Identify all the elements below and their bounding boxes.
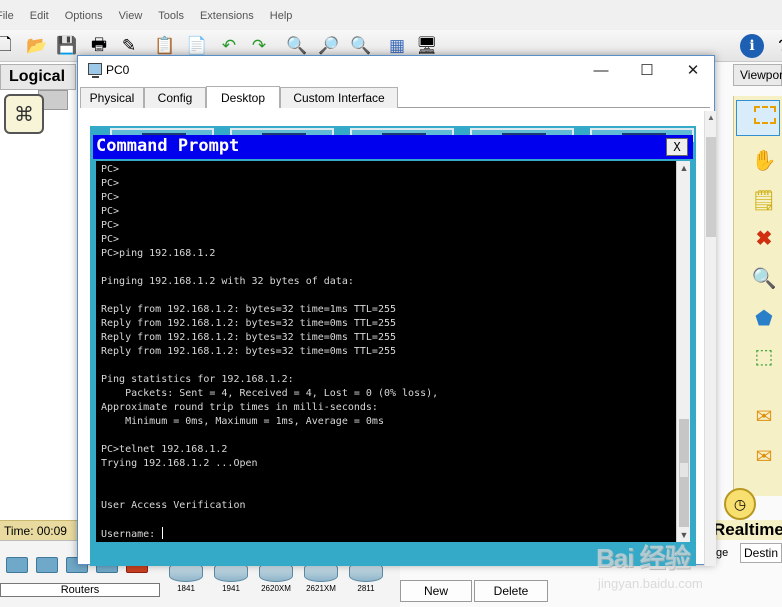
scroll-thumb[interactable]	[706, 137, 716, 237]
watermark: Bai 经验 jingyan.baidu.com	[576, 532, 782, 607]
draw-shape-icon[interactable]: ⬟	[750, 304, 778, 332]
print-icon[interactable]: 🖶	[88, 35, 110, 57]
text-cursor	[162, 527, 164, 539]
watermark-url: jingyan.baidu.com	[598, 576, 703, 591]
time-display: Time: 00:09	[0, 520, 78, 540]
tab-config[interactable]: Config	[144, 87, 206, 108]
zoom-reset-icon[interactable]: 🔎	[318, 35, 340, 57]
dialog-scrollbar[interactable]: ▲	[704, 111, 716, 566]
command-prompt-titlebar[interactable]: Command Prompt	[93, 135, 693, 159]
complex-pdu-icon[interactable]: ✉	[750, 442, 778, 470]
dialog-title: PC0	[106, 63, 130, 77]
menu-tools[interactable]: Tools	[158, 10, 184, 22]
terminal-scrollbar[interactable]: ▲ ▼	[676, 161, 690, 542]
logical-topology-icon[interactable]: ⌘	[4, 94, 44, 134]
logical-tab[interactable]: Logical	[0, 64, 76, 90]
info-icon[interactable]: i	[740, 34, 764, 58]
redo-icon[interactable]: ↷	[248, 35, 270, 57]
realtime-clock-icon[interactable]: ◷	[724, 488, 756, 520]
terminal-history: PC> PC> PC> PC> PC> PC> PC>ping 192.168.…	[101, 164, 439, 511]
pc-icon	[88, 63, 102, 78]
help-icon[interactable]: ?	[772, 35, 782, 57]
device-category-label: Routers	[0, 583, 160, 597]
paste-icon[interactable]: 📄	[186, 35, 208, 57]
custom-devices-icon[interactable]: 🖥	[416, 35, 438, 57]
device-model-panel: 1841 1941 2620XM 2621XM 2811	[160, 560, 400, 607]
pc0-dialog: PC0 — ☐ ✕ Physical Config Desktop Custom…	[77, 55, 716, 566]
command-prompt-title: Command Prompt	[96, 136, 240, 156]
zoom-in-icon[interactable]: 🔍	[286, 35, 308, 57]
terminal-output[interactable]: PC> PC> PC> PC> PC> PC> PC>ping 192.168.…	[96, 161, 676, 542]
new-pdu-button[interactable]: New	[400, 580, 472, 602]
save-icon[interactable]: 💾	[56, 35, 78, 57]
simple-pdu-icon[interactable]: ✉	[750, 402, 778, 430]
viewport-tab[interactable]: Viewpor	[733, 64, 782, 86]
dialog-tabs: Physical Config Desktop Custom Interface	[80, 86, 710, 108]
menu-view[interactable]: View	[119, 10, 143, 22]
scroll-grip-icon	[680, 463, 688, 477]
resize-icon[interactable]: ⬚	[750, 342, 778, 370]
note-icon[interactable]: 🗒	[750, 186, 778, 214]
zoom-out-icon[interactable]: 🔍	[350, 35, 372, 57]
terminal-prompt: Username:	[101, 529, 162, 540]
menu-help[interactable]: Help	[270, 10, 293, 22]
menu-file[interactable]: File	[0, 10, 14, 22]
tab-custom-interface[interactable]: Custom Interface	[280, 87, 398, 108]
menu-bar: File Edit Options View Tools Extensions …	[0, 6, 782, 26]
select-icon	[754, 106, 776, 124]
menu-extensions[interactable]: Extensions	[200, 10, 254, 22]
menu-options[interactable]: Options	[65, 10, 103, 22]
tab-desktop[interactable]: Desktop	[206, 86, 280, 108]
menu-edit[interactable]: Edit	[30, 10, 49, 22]
delete-pdu-button[interactable]: Delete	[474, 580, 548, 602]
undo-icon[interactable]: ↶	[218, 35, 240, 57]
new-file-icon[interactable]: 🗋	[0, 35, 16, 57]
hand-icon[interactable]: ✋	[750, 146, 778, 174]
delete-icon[interactable]: ✖	[750, 224, 778, 252]
palette-icon[interactable]: ▦	[386, 35, 408, 57]
close-button[interactable]: ✕	[670, 58, 716, 82]
copy-icon[interactable]: 📋	[154, 35, 176, 57]
inspect-icon[interactable]: 🔍	[750, 264, 778, 292]
switches-category-icon[interactable]	[36, 557, 58, 573]
scroll-up-icon[interactable]: ▲	[677, 161, 691, 175]
maximize-button[interactable]: ☐	[624, 58, 670, 82]
tab-physical[interactable]: Physical	[80, 87, 144, 108]
dialog-titlebar[interactable]: PC0 — ☐ ✕	[78, 56, 714, 85]
activity-wizard-icon[interactable]: ✎	[118, 35, 140, 57]
command-prompt-close-button[interactable]: X	[666, 138, 688, 156]
routers-category-icon[interactable]	[6, 557, 28, 573]
open-folder-icon[interactable]: 📂	[26, 35, 48, 57]
watermark-logo: Bai 经验	[596, 543, 691, 573]
scroll-up-icon[interactable]: ▲	[705, 113, 717, 125]
minimize-button[interactable]: —	[578, 58, 624, 82]
